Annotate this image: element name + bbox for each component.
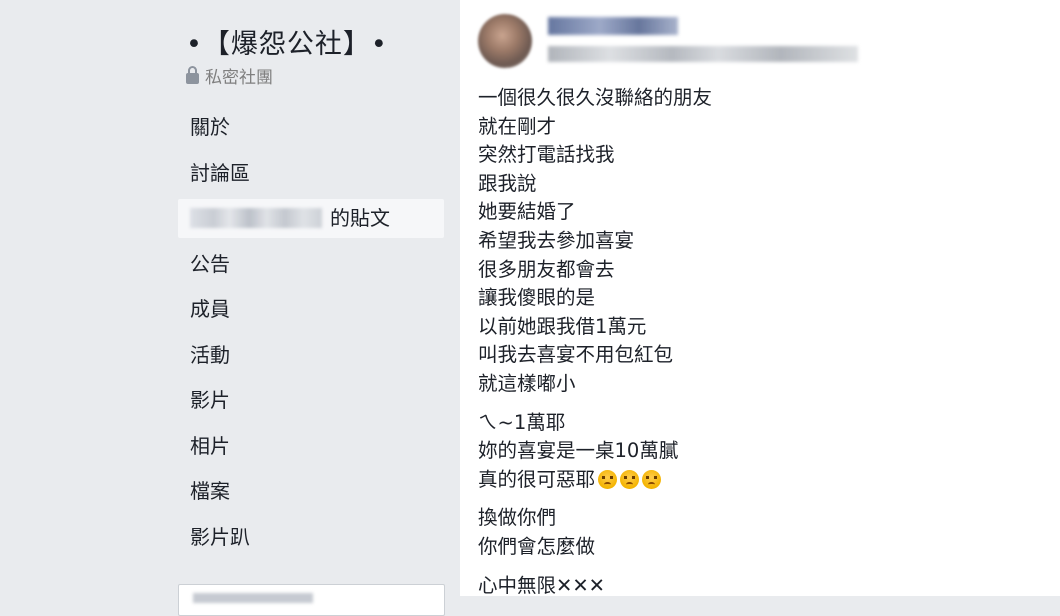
post-body: 一個很久很久沒聯絡的朋友 就在剛才 突然打電話找我 跟我說 她要結婚了 希望我去…	[478, 84, 1038, 610]
sidebar-item-videos[interactable]: 影片	[178, 381, 444, 420]
post-line: 叫我去喜宴不用包紅包	[478, 343, 674, 367]
redacted-post-meta	[548, 46, 858, 62]
sidebar-item-label: 影片趴	[190, 524, 250, 549]
redacted-author-name[interactable]	[548, 17, 678, 35]
sidebar-item-label: 檔案	[190, 479, 230, 503]
group-sidebar: •【爆怨公社】• 私密社團 關於 討論區 的貼文 公告 成員 活動 影片 相片 …	[0, 0, 460, 616]
group-name[interactable]: •【爆怨公社】•	[186, 22, 388, 61]
group-nav: 關於 討論區 的貼文 公告 成員 活動 影片 相片 檔案 影片趴	[178, 108, 444, 563]
sidebar-item-about[interactable]: 關於	[178, 108, 444, 147]
redacted-search-text	[193, 593, 313, 603]
post-line: 跟我說	[478, 171, 537, 195]
sidebar-item-watch-party[interactable]: 影片趴	[178, 518, 444, 557]
post-line: 換做你們	[478, 506, 557, 530]
angry-face-icon	[642, 469, 662, 489]
group-privacy: 私密社團	[186, 63, 273, 88]
avatar[interactable]	[478, 14, 532, 68]
post-line: 讓我傻眼的是	[478, 286, 596, 310]
post-line: 一個很久很久沒聯絡的朋友	[478, 86, 713, 109]
angry-face-icon	[598, 469, 618, 489]
post-line: 希望我去參加喜宴	[478, 228, 635, 252]
angry-face-icon	[620, 469, 640, 489]
sidebar-item-label: 影片	[190, 388, 230, 412]
sidebar-item-label: 關於	[190, 115, 230, 139]
post-paragraph: ㄟ~1萬耶 妳的喜宴是一桌10萬膩 真的很可惡耶	[478, 409, 1038, 495]
post-paragraph: 換做你們 你們會怎麼做	[478, 504, 1038, 561]
sidebar-item-members[interactable]: 成員	[178, 290, 444, 329]
post-line: 妳的喜宴是一桌10萬膩	[478, 439, 679, 463]
sidebar-item-announcements[interactable]: 公告	[178, 245, 444, 284]
post-line: 很多朋友都會去	[478, 257, 615, 281]
redacted-member-name	[190, 207, 322, 228]
sidebar-item-member-posts[interactable]: 的貼文	[178, 199, 444, 238]
post-line: ㄟ~1萬耶	[478, 410, 566, 434]
sidebar-item-label: 的貼文	[330, 206, 390, 230]
post-line: 就這樣嘟小	[478, 371, 576, 395]
post-line: 你們會怎麼做	[478, 534, 596, 558]
post-line-with-emoji: 真的很可惡耶	[478, 466, 1038, 495]
sidebar-item-label: 活動	[190, 342, 230, 367]
post-paragraph: 一個很久很久沒聯絡的朋友 就在剛才 突然打電話找我 跟我說 她要結婚了 希望我去…	[478, 84, 1038, 399]
privacy-label: 私密社團	[205, 68, 273, 88]
post-line: 突然打電話找我	[478, 143, 615, 167]
sidebar-item-photos[interactable]: 相片	[178, 427, 444, 466]
sidebar-item-label: 相片	[190, 433, 230, 458]
sidebar-item-events[interactable]: 活動	[178, 336, 444, 375]
lock-icon	[186, 66, 199, 84]
post-line-text: 真的很可惡耶	[478, 467, 596, 491]
sidebar-item-label: 討論區	[190, 160, 250, 185]
sidebar-item-label: 公告	[190, 251, 230, 276]
post-line: 就在剛才	[478, 114, 557, 138]
sidebar-item-files[interactable]: 檔案	[178, 472, 444, 511]
sidebar-item-discussion[interactable]: 討論區	[178, 154, 444, 193]
sidebar-item-label: 成員	[190, 297, 230, 321]
post-line: 她要結婚了	[478, 200, 576, 224]
post-line: 以前她跟我借1萬元	[478, 314, 647, 338]
group-search-input[interactable]	[178, 584, 445, 616]
